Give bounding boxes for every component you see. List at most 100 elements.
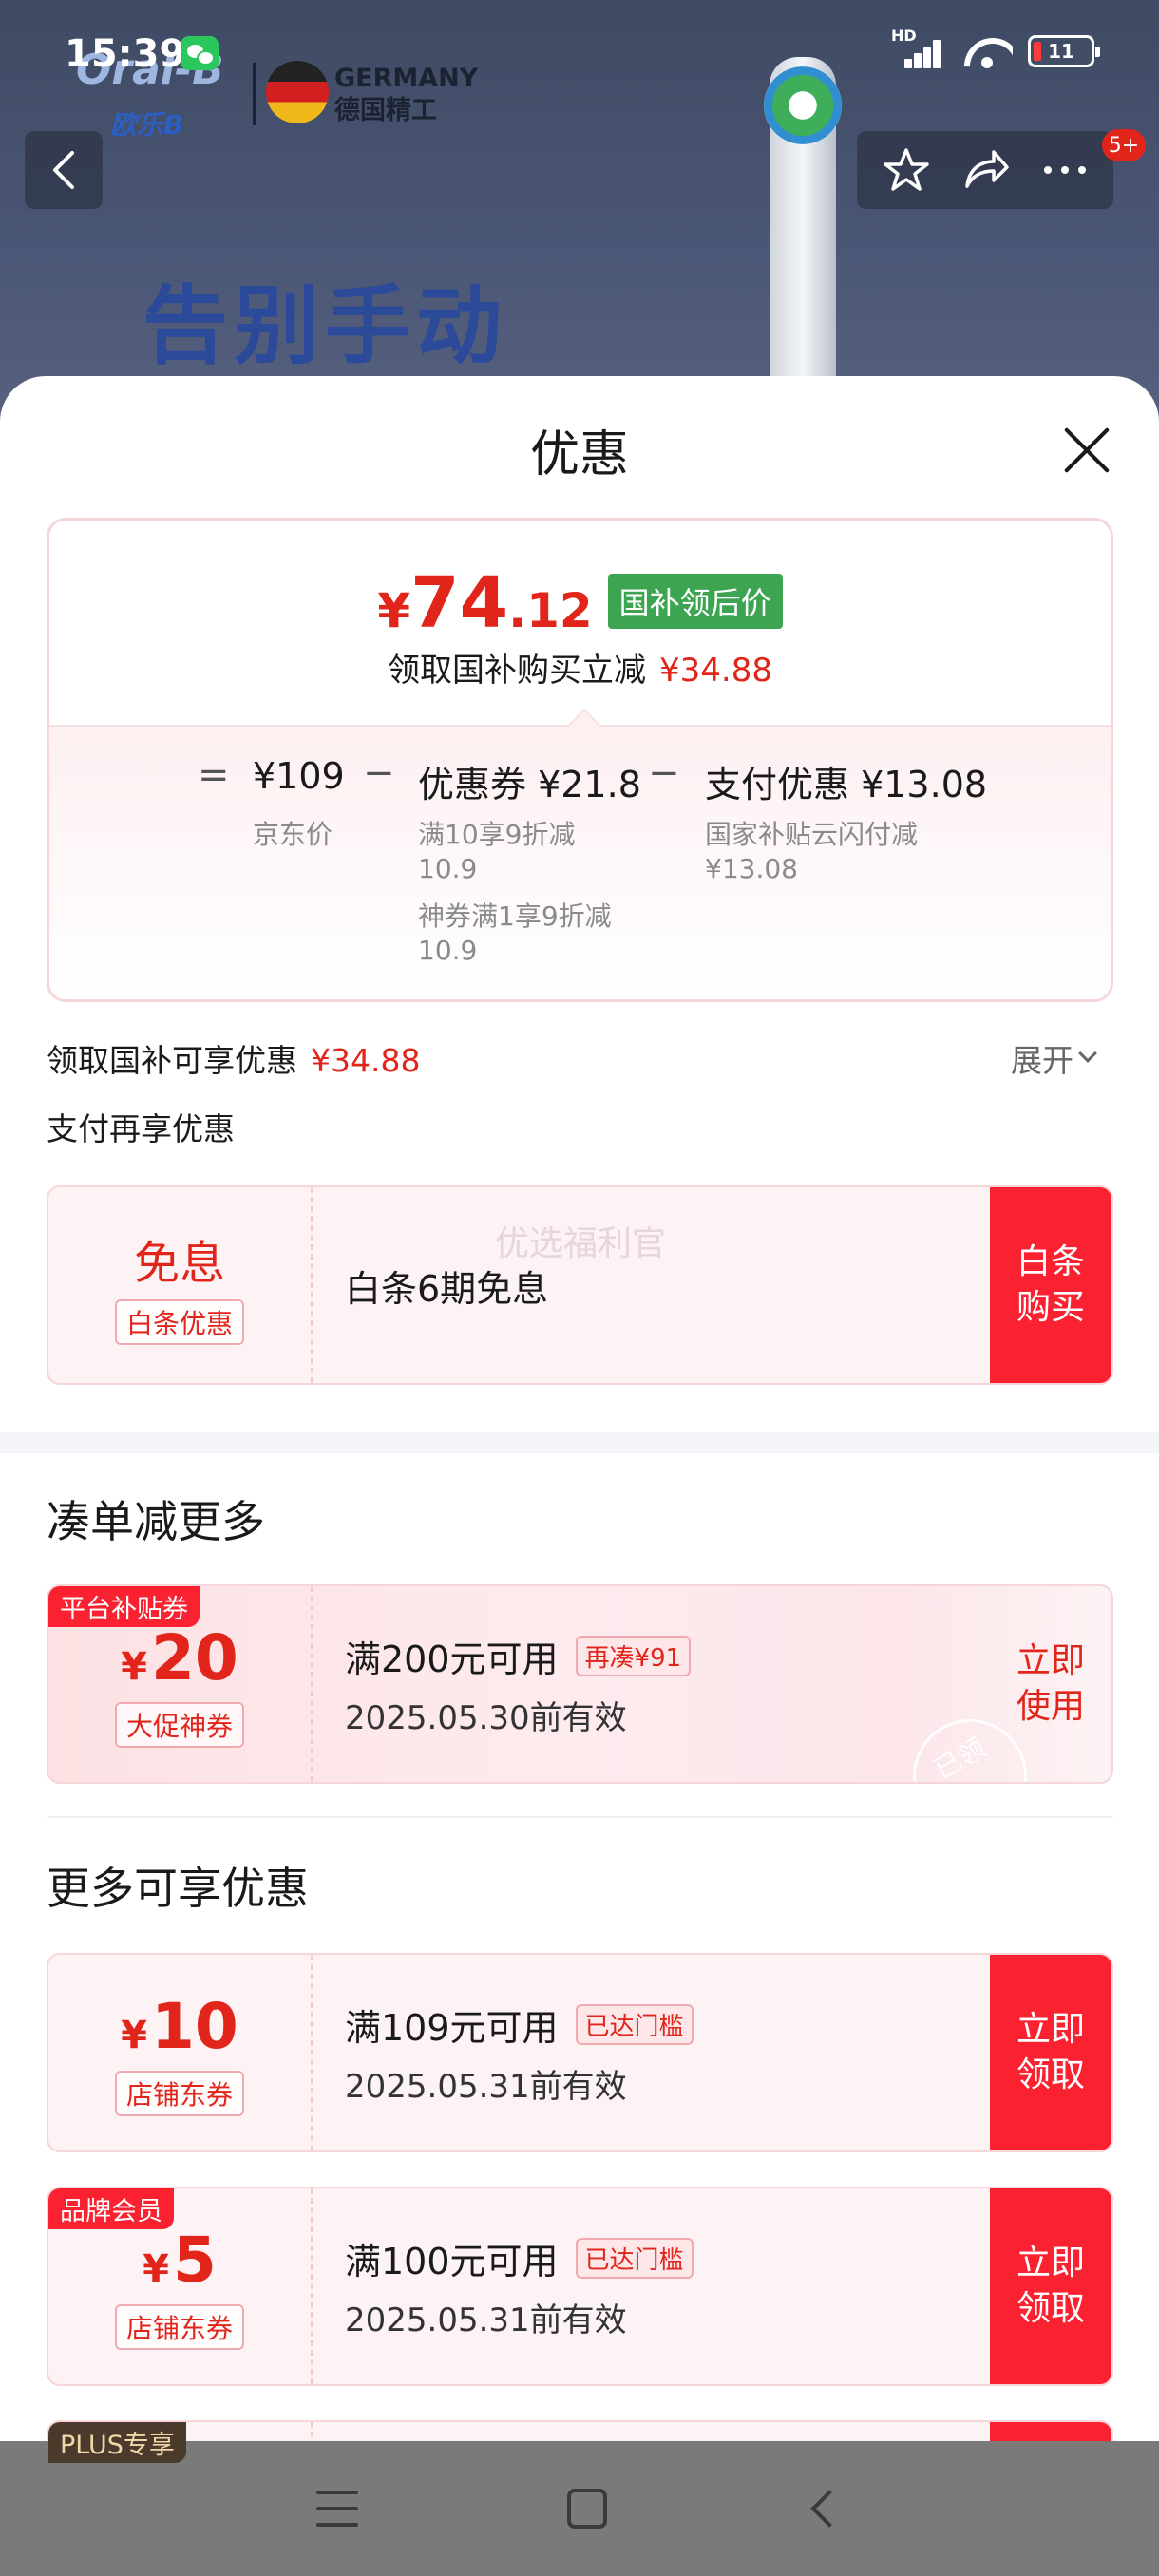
coupon-condition-row: 满100元可用 已达门槛 [345, 2232, 694, 2284]
menu-icon[interactable] [316, 2491, 358, 2527]
installment-card: 免息 白条优惠 优选福利官 白条6期免息 白条 购买 [47, 1185, 1113, 1385]
store-coupon-1: ¥ 10 店铺东券 满109元可用 已达门槛 2025.05.31前有效 立即领… [47, 1953, 1113, 2152]
threshold-tag: 已达门槛 [575, 2238, 694, 2279]
coupon-type: 店铺东券 [114, 2070, 244, 2116]
coupon-detail-2b: 10.9 [418, 935, 478, 966]
notification-badge: 5+ [1102, 129, 1146, 161]
store-coupon-left: ¥ 10 店铺东券 [48, 1955, 311, 2150]
action-line-1: 立即 [1016, 1641, 1085, 1680]
action-line-1: 立即 [1016, 2244, 1085, 2282]
minus-sign-1: − [363, 751, 395, 795]
pay-extra-label: 支付再享优惠 [47, 1110, 235, 1147]
coupon-discount: 优惠券 ¥21.8 [418, 764, 641, 805]
currency-symbol: ¥ [377, 583, 411, 638]
nav-back-icon[interactable] [810, 2490, 848, 2528]
price-decimal: .12 [508, 583, 593, 638]
coupon-divider [311, 1955, 313, 2150]
coupon-detail-1: 满10享9折减 [418, 819, 576, 850]
network-type: HD [891, 27, 917, 45]
coupon-divider [311, 1187, 313, 1383]
final-price: ¥ 74 .12 [377, 562, 592, 644]
coupon-expiry: 2025.05.30前有效 [345, 1699, 627, 1737]
guobu-discount-row: 领取国补可享优惠 ¥34.88 [47, 1035, 420, 1081]
coupon-detail-2: 神券满1享9折减 [418, 900, 612, 932]
store-coupon-body: 满100元可用 已达门槛 2025.05.31前有效 [345, 2188, 694, 2384]
action-line-2: 使用 [1016, 1687, 1085, 1726]
guobu-subtitle-amount: ¥34.88 [659, 652, 772, 690]
plus-corner-tag: PLUS专享 [48, 2422, 186, 2463]
currency-symbol: ¥ [121, 2013, 147, 2057]
more-icon[interactable] [1042, 164, 1088, 176]
coupon-detail-1b: 10.9 [418, 853, 478, 884]
payment-discount: 支付优惠 ¥13.08 [705, 764, 988, 805]
expand-label: 展开 [1011, 1042, 1074, 1079]
payment-detail-1b: ¥13.08 [705, 853, 798, 884]
platform-corner-tag: 平台补贴券 [48, 1586, 200, 1627]
close-icon[interactable] [1053, 416, 1121, 484]
share-icon[interactable] [961, 148, 1011, 192]
signal-icon: HD [891, 27, 946, 70]
action-line-1: 立即 [1016, 2010, 1085, 2049]
product-page-background: Oral-B 欧乐B GERMANY 德国精工 告别手动 15:39 HD 11… [0, 0, 1159, 437]
coupon-amount: 10 [150, 1989, 238, 2063]
installment-type: 白条优惠 [114, 1299, 244, 1345]
section-title-more-offers: 更多可享优惠 [47, 1863, 309, 1914]
status-indicators: HD 11 [891, 27, 1100, 70]
price-breakdown: = ¥109 京东价 − 优惠券 ¥21.8 满10享9折减 10.9 神券满1… [49, 725, 1111, 999]
star-icon[interactable] [883, 146, 930, 194]
baitiao-buy-button[interactable]: 白条 购买 [990, 1187, 1112, 1383]
coupon-type: 店铺东券 [114, 2303, 244, 2350]
final-price-line: ¥ 74 .12 国补领后价 [49, 562, 1111, 644]
store-coupon-value: ¥ 5 [142, 2224, 217, 2297]
chevron-down-icon [1078, 1044, 1097, 1063]
top-action-group [857, 131, 1113, 209]
store-coupon-value: ¥ 10 [121, 1990, 238, 2063]
battery-level: 11 [1048, 40, 1074, 63]
coupon-condition-row: 满200元可用 再凑¥91 [345, 1630, 692, 1682]
threshold-tag: 已达门槛 [575, 2004, 694, 2045]
guobu-subtitle: 领取国补购买立减 ¥34.88 [49, 644, 1111, 691]
coupon-gap-tag: 再凑¥91 [575, 1636, 692, 1676]
home-icon[interactable] [567, 2489, 607, 2529]
guobu-discount-label: 领取国补可享优惠 [47, 1042, 297, 1079]
currency-symbol: ¥ [121, 1644, 147, 1689]
price-top: ¥ 74 .12 国补领后价 领取国补购买立减 ¥34.88 [49, 521, 1111, 725]
payment-detail-1: 国家补贴云闪付减 [705, 819, 919, 850]
interest-free-label: 免息 [133, 1237, 225, 1290]
action-line-2: 购买 [1016, 1288, 1085, 1327]
claim-coupon-button[interactable]: 立即 领取 [990, 2188, 1112, 2384]
platform-coupon-value: ¥ 20 [121, 1621, 238, 1695]
back-button[interactable] [25, 131, 103, 209]
coupon-expiry: 2025.05.31前有效 [345, 2068, 627, 2106]
hero-slogan: 告别手动 [142, 276, 507, 376]
coupon-divider [311, 1586, 313, 1782]
minus-sign-2: − [648, 751, 680, 795]
expand-toggle[interactable]: 展开 [1011, 1035, 1097, 1081]
discount-sheet: 优惠 ¥ 74 .12 国补领后价 领取国补购买立减 ¥34.88 = ¥109 … [0, 376, 1159, 2576]
section-divider [47, 1816, 1113, 1818]
coupon-type: 大促神券 [114, 1701, 244, 1748]
store-coupon-2: 品牌会员 ¥ 5 店铺东券 满100元可用 已达门槛 2025.05.31前有效… [47, 2187, 1113, 2386]
price-summary-card: ¥ 74 .12 国补领后价 领取国补购买立减 ¥34.88 = ¥109 京东价… [47, 518, 1113, 1002]
installment-desc: 白条6期免息 [345, 1267, 549, 1310]
guobu-price-tag: 国补领后价 [607, 574, 783, 629]
base-price-label: 京东价 [253, 819, 333, 850]
guobu-subtitle-text: 领取国补购买立减 [388, 652, 647, 690]
action-line-2: 领取 [1016, 2289, 1085, 2328]
currency-symbol: ¥ [142, 2246, 169, 2291]
coupon-condition-row: 满109元可用 已达门槛 [345, 1998, 694, 2051]
store-coupon-body: 满109元可用 已达门槛 2025.05.31前有效 [345, 1955, 694, 2150]
platform-coupon-body: 满200元可用 再凑¥91 2025.05.30前有效 [345, 1586, 692, 1782]
member-corner-tag: 品牌会员 [48, 2188, 174, 2229]
use-now-button[interactable]: 立即 使用 [990, 1586, 1112, 1782]
coupon-amount: 20 [150, 1620, 238, 1695]
coupon-amount: 5 [172, 2223, 217, 2297]
action-line-1: 白条 [1016, 1242, 1085, 1281]
equals-sign: = [198, 753, 230, 797]
platform-coupon: 平台补贴券 ¥ 20 大促神券 满200元可用 再凑¥91 2025.05.30… [47, 1584, 1113, 1784]
wifi-icon [961, 32, 1013, 70]
claim-coupon-button[interactable]: 立即 领取 [990, 1955, 1112, 2150]
section-title-more-order: 凑单减更多 [47, 1496, 265, 1547]
status-bar: 15:39 HD 11 [0, 0, 1159, 104]
coupon-condition: 满109元可用 [345, 2007, 559, 2049]
